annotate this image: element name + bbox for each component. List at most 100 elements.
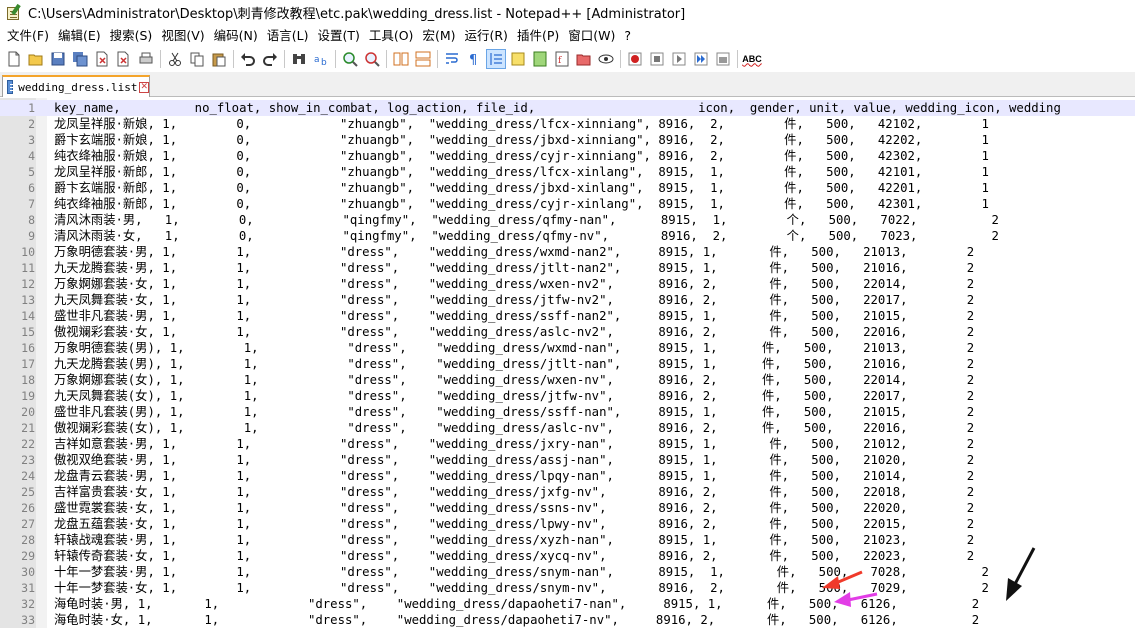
line-text[interactable]: 龙盘青云套装·男, 1, 1, "dress", "wedding_dress/… <box>54 468 974 484</box>
code-line[interactable]: 22 吉祥如意套装·男, 1, 1, "dress", "wedding_dres… <box>0 436 1135 452</box>
function-list-icon[interactable]: f <box>552 49 572 69</box>
cut-icon[interactable] <box>165 49 185 69</box>
menu-item[interactable]: 语言(L) <box>264 26 315 45</box>
undo-icon[interactable] <box>238 49 258 69</box>
open-file-icon[interactable] <box>26 49 46 69</box>
code-line[interactable]: 2 龙凤呈祥服·新娘, 1, 0, "zhuangb", "wedding_dre… <box>0 116 1135 132</box>
code-line[interactable]: 6 爵卞玄端服·新郎, 1, 0, "zhuangb", "wedding_dre… <box>0 180 1135 196</box>
code-line[interactable]: 5 龙凤呈祥服·新郎, 1, 0, "zhuangb", "wedding_dre… <box>0 164 1135 180</box>
zoom-in-icon[interactable] <box>340 49 360 69</box>
user-lang-icon[interactable] <box>508 49 528 69</box>
line-text[interactable]: 傲视斓彩套装(女), 1, 1, "dress", "wedding_dress… <box>54 420 974 436</box>
menu-item[interactable]: 宏(M) <box>419 26 461 45</box>
code-line[interactable]: 3 爵卞玄端服·新娘, 1, 0, "zhuangb", "wedding_dre… <box>0 132 1135 148</box>
code-line[interactable]: 28 轩辕战魂套装·男, 1, 1, "dress", "wedding_dres… <box>0 532 1135 548</box>
line-text[interactable]: 傲视双绝套装·男, 1, 1, "dress", "wedding_dress/… <box>54 452 974 468</box>
folder-workspace-icon[interactable] <box>574 49 594 69</box>
line-text[interactable]: 万象明德套装·男, 1, 1, "dress", "wedding_dress/… <box>54 244 974 260</box>
zoom-out-icon[interactable] <box>362 49 382 69</box>
line-text[interactable]: 龙凤呈祥服·新郎, 1, 0, "zhuangb", "wedding_dres… <box>54 164 989 180</box>
record-macro-icon[interactable] <box>625 49 645 69</box>
line-text[interactable]: 万象婀娜套装(女), 1, 1, "dress", "wedding_dress… <box>54 372 974 388</box>
line-text[interactable]: 盛世霓裳套装·女, 1, 1, "dress", "wedding_dress/… <box>54 500 974 516</box>
paste-icon[interactable] <box>209 49 229 69</box>
line-text[interactable]: 万象明德套装(男), 1, 1, "dress", "wedding_dress… <box>54 340 974 356</box>
save-icon[interactable] <box>48 49 68 69</box>
print-icon[interactable] <box>136 49 156 69</box>
menu-item[interactable]: 运行(R) <box>461 26 513 45</box>
line-text[interactable]: 纯衣绛袖服·新娘, 1, 0, "zhuangb", "wedding_dres… <box>54 148 989 164</box>
code-line[interactable]: 15 傲视斓彩套装·女, 1, 1, "dress", "wedding_dres… <box>0 324 1135 340</box>
doc-map-icon[interactable] <box>530 49 550 69</box>
menu-item[interactable]: 视图(V) <box>158 26 210 45</box>
line-text[interactable]: 吉祥如意套装·男, 1, 1, "dress", "wedding_dress/… <box>54 436 974 452</box>
copy-icon[interactable] <box>187 49 207 69</box>
code-line[interactable]: 29 轩辕传奇套装·女, 1, 1, "dress", "wedding_dres… <box>0 548 1135 564</box>
code-line[interactable]: 10 万象明德套装·男, 1, 1, "dress", "wedding_dres… <box>0 244 1135 260</box>
replace-icon[interactable]: ab <box>311 49 331 69</box>
tab-wedding-dress[interactable]: wedding_dress.list ✕ <box>2 75 150 97</box>
sync-vertical-icon[interactable] <box>391 49 411 69</box>
menu-item[interactable]: 设置(T) <box>314 26 365 45</box>
line-text[interactable]: 清风沐雨装·男, 1, 0, "qingfmy", "wedding_dress… <box>54 212 999 228</box>
indent-guide-icon[interactable] <box>486 48 506 69</box>
line-text[interactable]: 傲视斓彩套装·女, 1, 1, "dress", "wedding_dress/… <box>54 324 974 340</box>
code-line[interactable]: 30 十年一梦套装·男, 1, 1, "dress", "wedding_dres… <box>0 564 1135 580</box>
code-line[interactable]: 7 纯衣绛袖服·新郎, 1, 0, "zhuangb", "wedding_dre… <box>0 196 1135 212</box>
monitor-icon[interactable] <box>596 49 616 69</box>
menu-item[interactable]: 工具(O) <box>366 26 420 45</box>
menu-item[interactable]: 编辑(E) <box>55 26 107 45</box>
line-text[interactable]: 九天凤舞套装(女), 1, 1, "dress", "wedding_dress… <box>54 388 974 404</box>
show-all-chars-icon[interactable]: ¶ <box>464 49 484 69</box>
code-line[interactable]: 20 盛世非凡套装(男), 1, 1, "dress", "wedding_dre… <box>0 404 1135 420</box>
line-text[interactable]: 九天龙腾套装(男), 1, 1, "dress", "wedding_dress… <box>54 356 974 372</box>
line-text[interactable]: 爵卞玄端服·新郎, 1, 0, "zhuangb", "wedding_dres… <box>54 180 989 196</box>
find-icon[interactable] <box>289 49 309 69</box>
code-line[interactable]: 21 傲视斓彩套装(女), 1, 1, "dress", "wedding_dre… <box>0 420 1135 436</box>
code-line[interactable]: 17 九天龙腾套装(男), 1, 1, "dress", "wedding_dre… <box>0 356 1135 372</box>
redo-icon[interactable] <box>260 49 280 69</box>
code-line[interactable]: 31 十年一梦套装·女, 1, 1, "dress", "wedding_dres… <box>0 580 1135 596</box>
close-all-icon[interactable] <box>114 49 134 69</box>
line-text[interactable]: 九天龙腾套装·男, 1, 1, "dress", "wedding_dress/… <box>54 260 974 276</box>
play-macro-icon[interactable] <box>669 49 689 69</box>
code-line[interactable]: 13 九天凤舞套装·女, 1, 1, "dress", "wedding_dres… <box>0 292 1135 308</box>
code-line[interactable]: 19 九天凤舞套装(女), 1, 1, "dress", "wedding_dre… <box>0 388 1135 404</box>
line-text[interactable]: 盛世非凡套装·男, 1, 1, "dress", "wedding_dress/… <box>54 308 974 324</box>
code-line[interactable]: 12 万象婀娜套装·女, 1, 1, "dress", "wedding_dres… <box>0 276 1135 292</box>
menu-item[interactable]: 编码(N) <box>211 26 264 45</box>
code-line[interactable]: 18 万象婀娜套装(女), 1, 1, "dress", "wedding_dre… <box>0 372 1135 388</box>
code-line[interactable]: 25 吉祥富贵套装·女, 1, 1, "dress", "wedding_dres… <box>0 484 1135 500</box>
line-text[interactable]: 海龟时装·女, 1, 1, "dress", "wedding_dress/da… <box>54 612 979 628</box>
save-all-icon[interactable] <box>70 49 90 69</box>
line-text[interactable]: 爵卞玄端服·新娘, 1, 0, "zhuangb", "wedding_dres… <box>54 132 989 148</box>
tab-close-icon[interactable]: ✕ <box>139 81 149 93</box>
line-text[interactable]: 盛世非凡套装(男), 1, 1, "dress", "wedding_dress… <box>54 404 974 420</box>
code-line[interactable]: 26 盛世霓裳套装·女, 1, 1, "dress", "wedding_dres… <box>0 500 1135 516</box>
sync-horizontal-icon[interactable] <box>413 49 433 69</box>
line-text[interactable]: 万象婀娜套装·女, 1, 1, "dress", "wedding_dress/… <box>54 276 974 292</box>
code-line[interactable]: 8 清风沐雨装·男, 1, 0, "qingfmy", "wedding_dres… <box>0 212 1135 228</box>
line-text[interactable]: 清风沐雨装·女, 1, 0, "qingfmy", "wedding_dress… <box>54 228 999 244</box>
code-line[interactable]: 27 龙盘五蕴套装·女, 1, 1, "dress", "wedding_dres… <box>0 516 1135 532</box>
line-text[interactable]: 九天凤舞套装·女, 1, 1, "dress", "wedding_dress/… <box>54 292 974 308</box>
code-line[interactable]: 9 清风沐雨装·女, 1, 0, "qingfmy", "wedding_dres… <box>0 228 1135 244</box>
code-line[interactable]: 24 龙盘青云套装·男, 1, 1, "dress", "wedding_dres… <box>0 468 1135 484</box>
close-icon[interactable] <box>92 49 112 69</box>
code-line[interactable]: 1 key_name, no_float, show_in_combat, log… <box>0 100 1135 116</box>
save-macro-icon[interactable] <box>713 49 733 69</box>
line-text[interactable]: 吉祥富贵套装·女, 1, 1, "dress", "wedding_dress/… <box>54 484 974 500</box>
editor[interactable]: 1 key_name, no_float, show_in_combat, log… <box>0 98 1135 628</box>
code-line[interactable]: 4 纯衣绛袖服·新娘, 1, 0, "zhuangb", "wedding_dre… <box>0 148 1135 164</box>
line-text[interactable]: 轩辕战魂套装·男, 1, 1, "dress", "wedding_dress/… <box>54 532 974 548</box>
menu-item[interactable]: 搜索(S) <box>107 26 159 45</box>
spell-check-icon[interactable]: ABC <box>742 49 762 69</box>
code-line[interactable]: 11 九天龙腾套装·男, 1, 1, "dress", "wedding_dres… <box>0 260 1135 276</box>
line-text[interactable]: 龙盘五蕴套装·女, 1, 1, "dress", "wedding_dress/… <box>54 516 974 532</box>
code-line[interactable]: 16 万象明德套装(男), 1, 1, "dress", "wedding_dre… <box>0 340 1135 356</box>
line-text[interactable]: 轩辕传奇套装·女, 1, 1, "dress", "wedding_dress/… <box>54 548 974 564</box>
code-line[interactable]: 33 海龟时装·女, 1, 1, "dress", "wedding_dress/… <box>0 612 1135 628</box>
code-lines[interactable]: 1 key_name, no_float, show_in_combat, log… <box>0 100 1135 628</box>
code-line[interactable]: 32 海龟时装·男, 1, 1, "dress", "wedding_dress/… <box>0 596 1135 612</box>
line-text[interactable]: key_name, no_float, show_in_combat, log_… <box>54 100 1061 116</box>
